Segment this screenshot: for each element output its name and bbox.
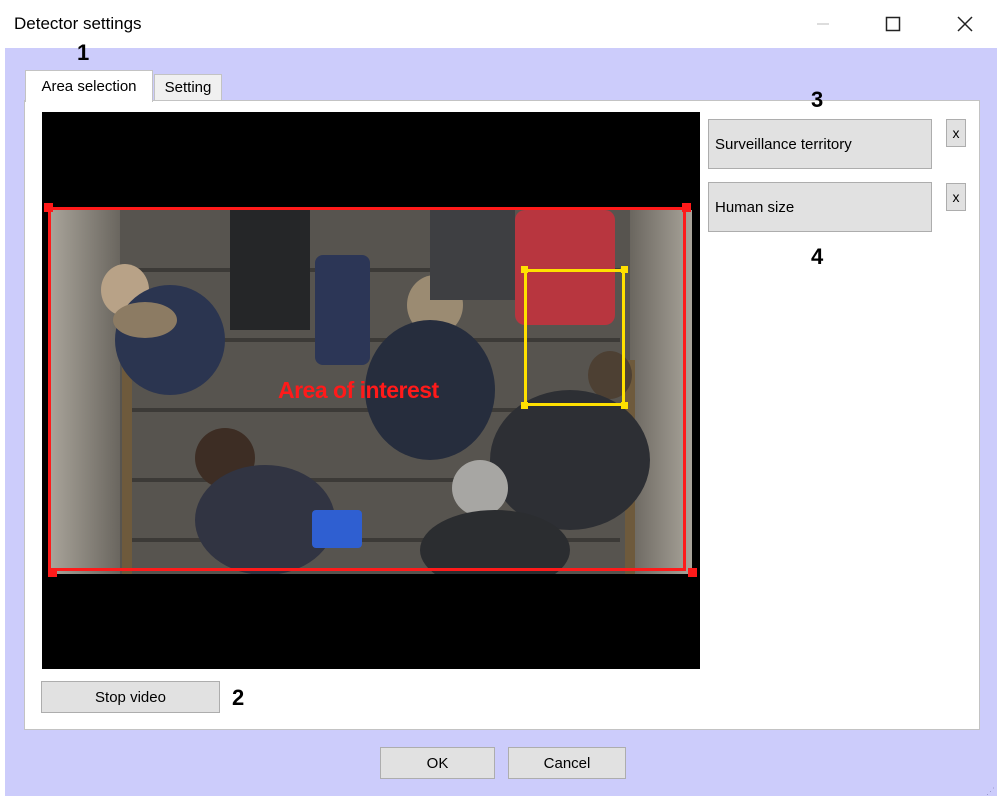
human-box-handle[interactable]: [621, 266, 628, 273]
roi-handle[interactable]: [682, 203, 691, 212]
video-preview[interactable]: Area of interest: [42, 112, 700, 669]
stop-video-button[interactable]: Stop video: [41, 681, 220, 713]
ok-button[interactable]: OK: [380, 747, 495, 779]
marker-3: 3: [811, 87, 824, 112]
marker-4: 4: [811, 244, 824, 269]
surveillance-territory-button[interactable]: Surveillance territory: [708, 119, 932, 169]
roi-label: Area of interest: [278, 377, 439, 403]
tab-area-selection[interactable]: Area selection: [25, 70, 153, 102]
marker-2: 2: [232, 685, 245, 710]
maximize-icon: [885, 16, 901, 32]
human-size-remove-button[interactable]: x: [946, 183, 966, 211]
human-size-box[interactable]: [524, 269, 625, 406]
tab-setting[interactable]: Setting: [154, 74, 222, 100]
maximize-button[interactable]: [870, 0, 916, 48]
roi-handle[interactable]: [44, 203, 53, 212]
resize-grip-icon[interactable]: ⋰: [986, 786, 995, 797]
roi-handle[interactable]: [48, 568, 57, 577]
surveillance-territory-remove-button[interactable]: x: [946, 119, 966, 147]
minimize-icon: [817, 23, 829, 25]
cancel-button[interactable]: Cancel: [508, 747, 626, 779]
human-box-handle[interactable]: [521, 266, 528, 273]
human-size-button[interactable]: Human size: [708, 182, 932, 232]
marker-1: 1: [77, 40, 90, 65]
close-icon: [957, 16, 973, 32]
close-button[interactable]: [942, 0, 988, 48]
human-box-handle[interactable]: [621, 402, 628, 409]
human-box-handle[interactable]: [521, 402, 528, 409]
window-title: Detector settings: [14, 14, 142, 33]
minimize-button[interactable]: [800, 0, 846, 48]
roi-handle[interactable]: [688, 568, 697, 577]
title-bar: [0, 0, 1002, 48]
